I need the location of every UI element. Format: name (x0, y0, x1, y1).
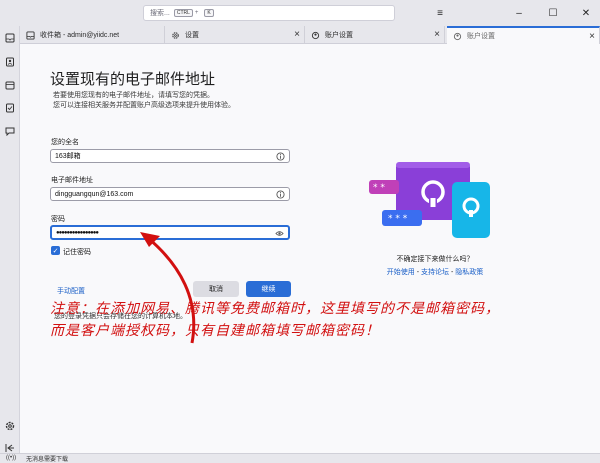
status-bar: ((•)) 无消息需要下载 (0, 453, 600, 463)
connection-icon: ((•)) (6, 455, 17, 461)
tab-account-settings-2[interactable]: 账户设置 × (447, 26, 600, 44)
account-setup-panel: 设置现有的电子邮件地址 若要使用您现有的电子邮件地址，请填写您的凭据。 您可以连… (20, 44, 600, 453)
shortcut-ctrl: CTRL (173, 9, 193, 17)
cancel-button[interactable]: 取消 (193, 281, 239, 297)
eye-icon[interactable] (275, 229, 284, 238)
address-book-icon[interactable] (4, 56, 16, 68)
continue-button[interactable]: 继续 (246, 281, 291, 297)
inbox-icon (25, 30, 35, 40)
email-value: dingguangqun@163.com (55, 190, 134, 198)
password-label: 密码 (51, 216, 65, 223)
tab-account-settings-1[interactable]: 账户设置 × (305, 26, 445, 44)
tab-settings[interactable]: 设置 × (165, 26, 305, 44)
maximize-icon[interactable]: ☐ (546, 6, 560, 20)
tab-account-settings-1-close-icon[interactable]: × (434, 29, 440, 40)
account-settings-icon (452, 31, 462, 41)
shortcut-plus: + (194, 10, 199, 16)
tab-inbox[interactable]: 收件箱 - admin@yiidc.net (20, 26, 165, 44)
annotation-line-2: 而是客户端授权码，只有自建邮箱填写邮箱密码！ (50, 323, 380, 339)
tasks-icon[interactable] (4, 102, 16, 114)
account-illustration: * * * * * (369, 162, 490, 238)
password-value: ●●●●●●●●●●●●●●●● (56, 229, 99, 236)
annotation-text: 注意：在添加网易、腾讯等免费邮箱时，这里填写的不是邮箱密码， 而是客户端授权码，… (50, 298, 590, 342)
tab-settings-label: 设置 (185, 32, 199, 39)
search-placeholder: 搜索... (150, 10, 170, 17)
tab-account-settings-2-close-icon[interactable]: × (589, 31, 595, 42)
info-icon (276, 190, 285, 199)
search-box[interactable]: 搜索... CTRL + K (143, 5, 395, 21)
menu-icon[interactable]: ≡ (433, 6, 447, 20)
account-settings-icon (310, 30, 320, 40)
tab-bar: 收件箱 - admin@yiidc.net 设置 × 账户设置 × 账户设置 × (20, 26, 600, 44)
manual-config-link[interactable]: 手动配置 (57, 286, 85, 296)
svg-text:* *: * * (373, 183, 385, 193)
title-bar: 搜索... CTRL + K ≡ – ☐ ✕ (0, 0, 600, 26)
status-text: 无消息需要下载 (26, 457, 69, 463)
tab-account-settings-2-label: 账户设置 (467, 33, 495, 40)
mail-icon[interactable] (4, 32, 16, 44)
full-name-value: 163邮箱 (55, 153, 81, 160)
support-forum-link[interactable]: 支持论坛 (421, 269, 449, 276)
tab-settings-close-icon[interactable]: × (294, 29, 300, 40)
annotation-line-1: 注意：在添加网易、腾讯等免费邮箱时，这里填写的不是邮箱密码， (50, 301, 500, 317)
password-input[interactable]: ●●●●●●●●●●●●●●●● (50, 225, 290, 240)
full-name-input[interactable]: 163邮箱 (50, 149, 290, 163)
shortcut-k: K (204, 9, 214, 17)
close-window-icon[interactable]: ✕ (579, 6, 593, 20)
svg-text:* * *: * * * (388, 214, 408, 224)
full-name-label: 您的全名 (51, 139, 79, 146)
remember-password-checkbox[interactable]: ✓ (51, 246, 60, 255)
spaces-toolbar (0, 26, 20, 453)
minimize-icon[interactable]: – (512, 6, 526, 20)
chat-icon[interactable] (4, 125, 16, 137)
privacy-policy-link[interactable]: 隐私政策 (455, 269, 483, 276)
tab-inbox-label: 收件箱 - admin@yiidc.net (40, 32, 120, 39)
info-icon (276, 152, 285, 161)
remember-password-label: 记住密码 (63, 249, 91, 256)
subtitle-line-2: 您可以连接相关服务并配置账户高级选项来提升使用体验。 (53, 102, 235, 109)
settings-gear-icon[interactable] (4, 420, 16, 432)
tab-account-settings-1-label: 账户设置 (325, 32, 353, 39)
getting-started-link[interactable]: 开始使用 (387, 269, 415, 276)
help-question: 不确定接下来做什么吗？ (396, 256, 474, 263)
gear-icon (170, 30, 180, 40)
calendar-icon[interactable] (4, 79, 16, 91)
subtitle-line-1: 若要使用您现有的电子邮件地址，请填写您的凭据。 (53, 92, 214, 99)
page-title: 设置现有的电子邮件地址 (50, 71, 216, 88)
email-input[interactable]: dingguangqun@163.com (50, 187, 290, 201)
email-label: 电子邮件地址 (51, 177, 93, 184)
help-links: 开始使用 - 支持论坛 - 隐私政策 (363, 267, 507, 277)
